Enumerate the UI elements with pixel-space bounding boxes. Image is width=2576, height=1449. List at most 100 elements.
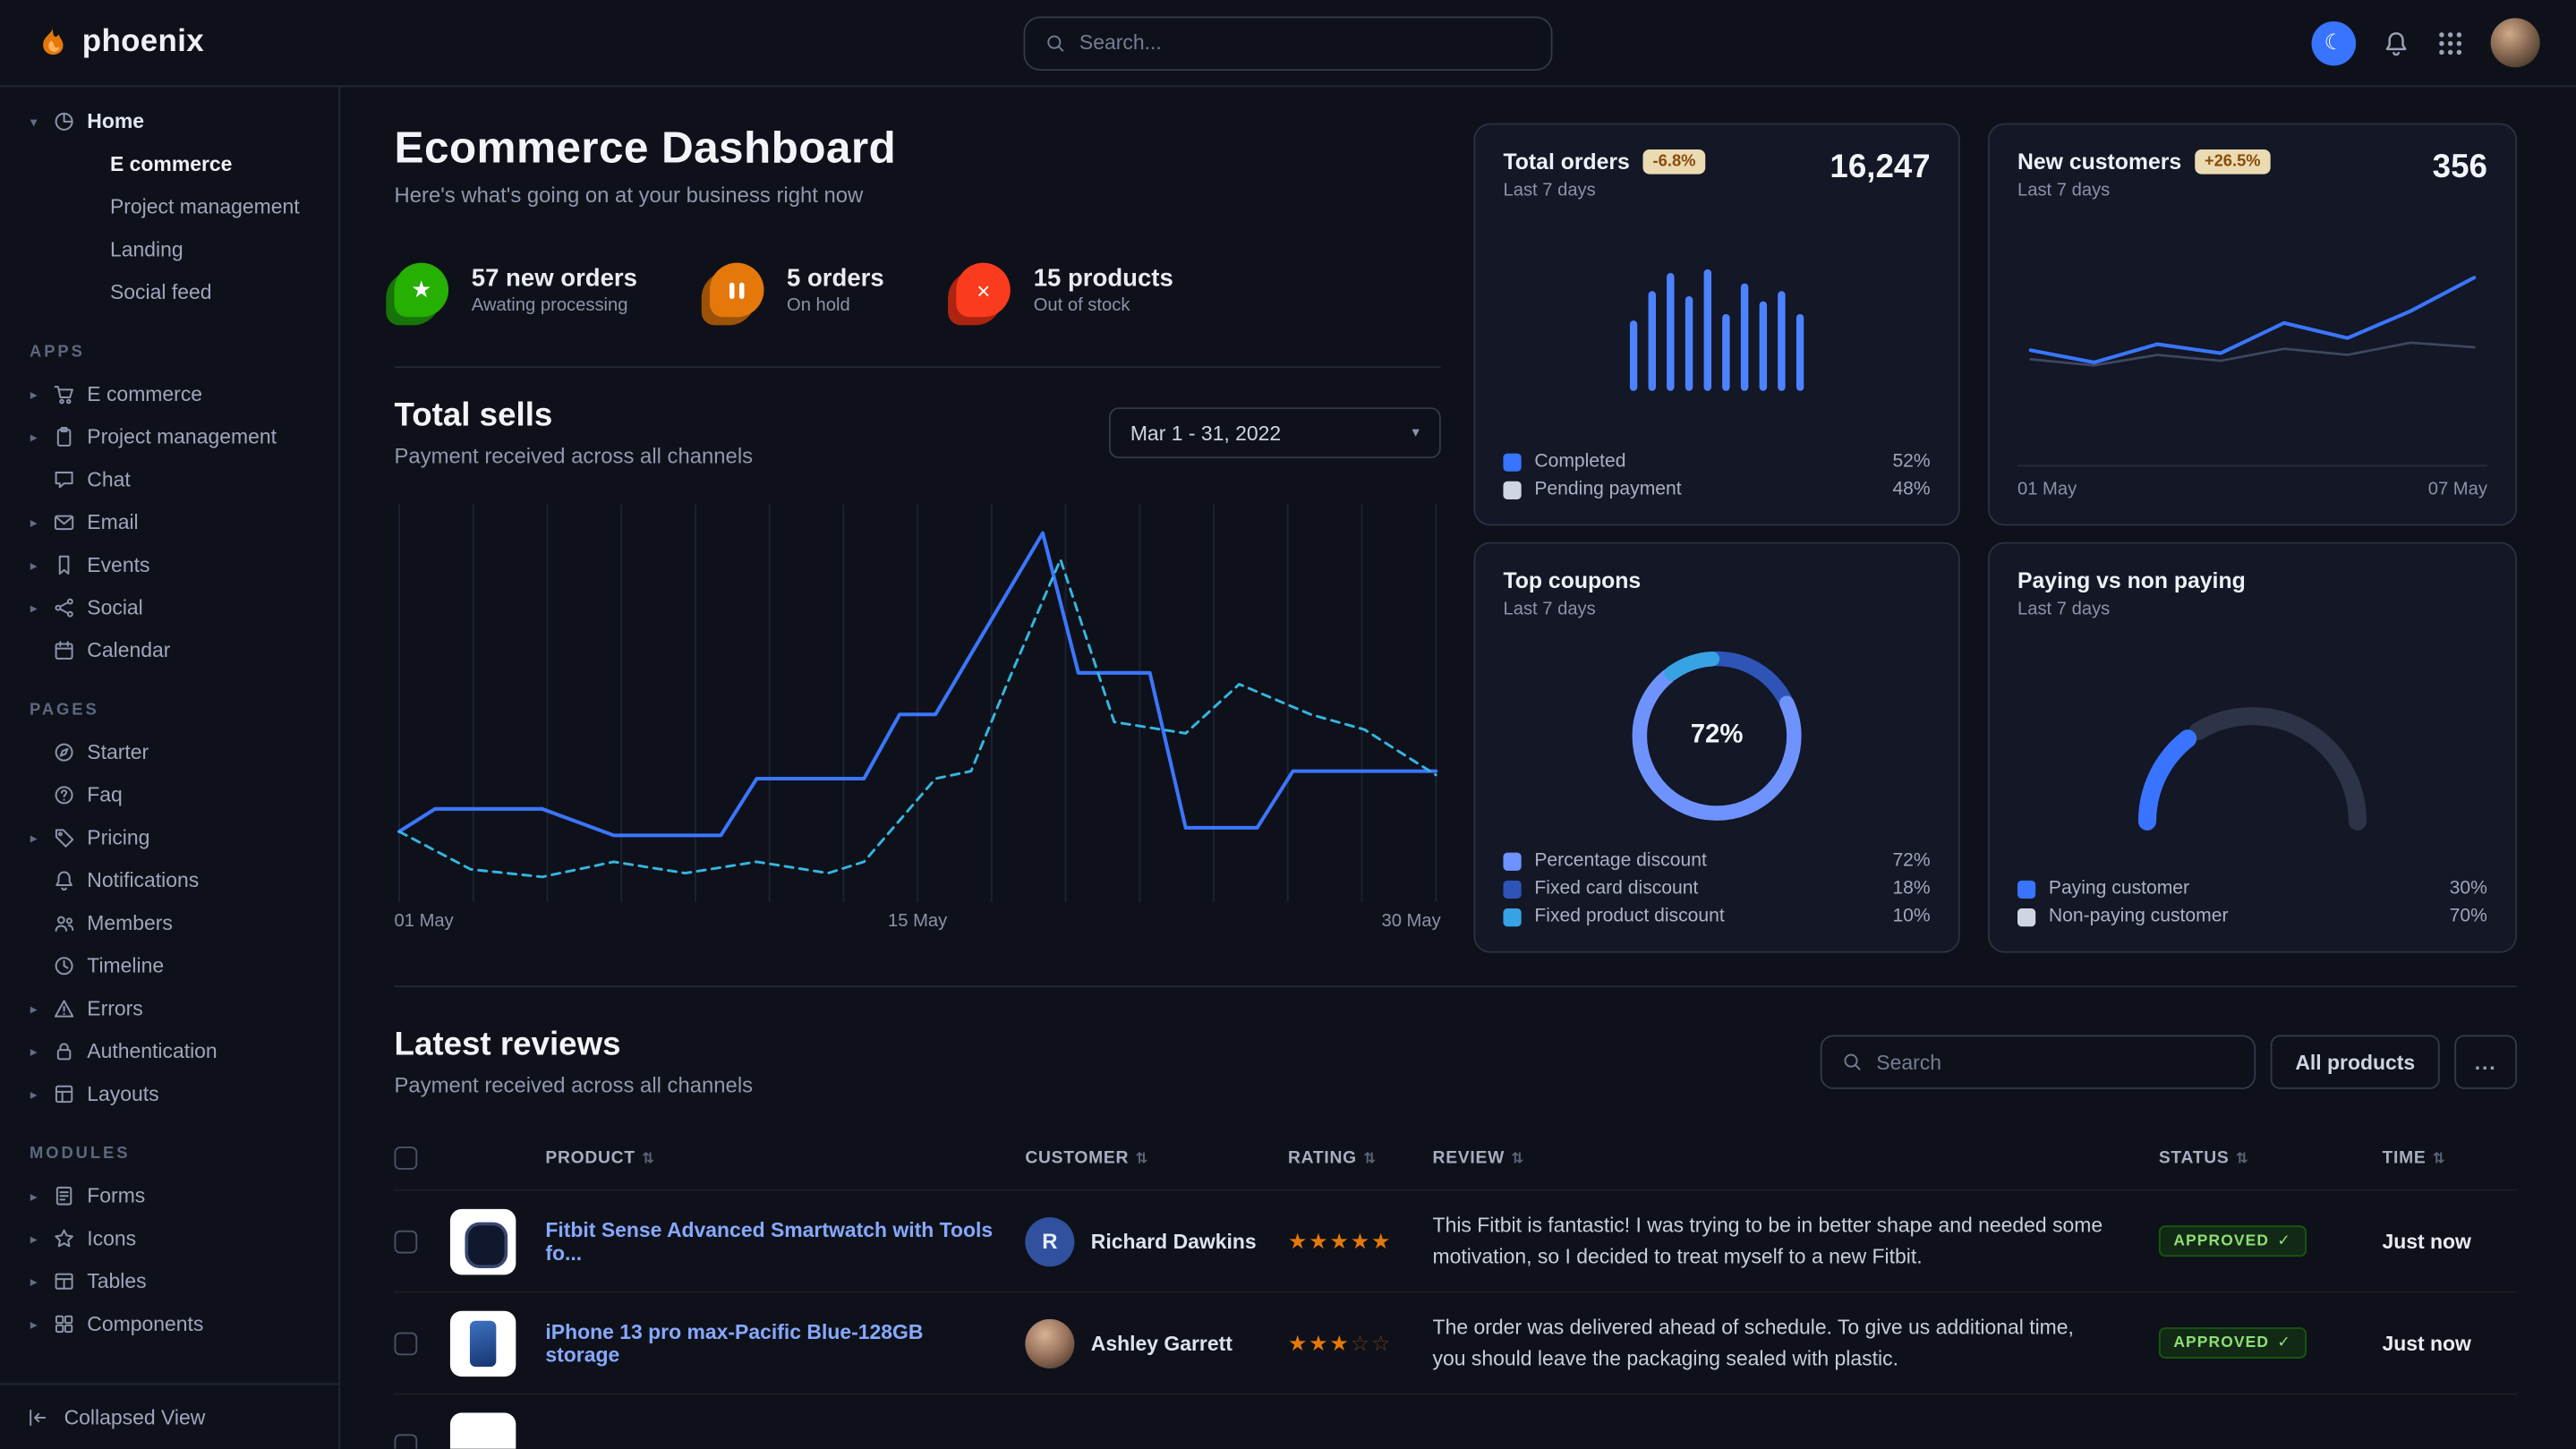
sidebar-item-faq[interactable]: Faq <box>16 774 321 817</box>
sidebar-item-home[interactable]: ▾Home <box>16 100 321 143</box>
caret-right-icon: ▸ <box>26 829 41 847</box>
sidebar-item-tables[interactable]: ▸Tables <box>16 1260 321 1303</box>
top-coupons-legend: Percentage discount72%Fixed card discoun… <box>1503 851 1930 926</box>
sidebar-subitem-landing[interactable]: Landing <box>16 228 321 271</box>
bar <box>1685 295 1693 390</box>
legend-label: Paying customer <box>2049 879 2189 899</box>
paying-vs-non-paying-card: Paying vs non paying Last 7 days Paying … <box>1988 542 2517 953</box>
product-cell: Fitbit Sense Advanced Smartwatch with To… <box>545 1218 1025 1264</box>
stat-5-orders: 5 ordersOn hold <box>710 263 884 318</box>
search-icon <box>1045 32 1066 54</box>
row-checkbox[interactable] <box>395 1433 418 1448</box>
all-products-button[interactable]: All products <box>2271 1035 2440 1089</box>
product-thumbnail <box>450 1412 516 1449</box>
sidebar-item-label: Calendar <box>87 639 170 662</box>
latest-reviews-subtitle: Payment received across all channels <box>395 1073 754 1098</box>
column-header-label: CUSTOMER <box>1025 1148 1129 1168</box>
star-icon: ★ <box>1288 1228 1307 1254</box>
sidebar: ▾HomeE commerceProject managementLanding… <box>0 87 340 1449</box>
search-input[interactable] <box>1079 31 1531 55</box>
column-header-rating[interactable]: RATING⇅ <box>1288 1148 1433 1168</box>
sidebar-item-calendar[interactable]: Calendar <box>16 629 321 672</box>
card-header: Paying vs non paying Last 7 days <box>2017 568 2487 619</box>
date-range-select[interactable]: Mar 1 - 31, 2022 ▾ <box>1109 407 1441 458</box>
sidebar-item-authentication[interactable]: ▸Authentication <box>16 1030 321 1073</box>
sidebar-item-layouts[interactable]: ▸Layouts <box>16 1073 321 1116</box>
total-sells-chart <box>395 494 1441 905</box>
sidebar-item-forms[interactable]: ▸Forms <box>16 1174 321 1217</box>
row-checkbox[interactable] <box>395 1230 418 1253</box>
product-thumbnail <box>450 1208 516 1274</box>
sidebar-subitem-project-management[interactable]: Project management <box>16 185 321 228</box>
clock-icon <box>53 954 76 977</box>
sidebar-item-e-commerce[interactable]: ▸E commerce <box>16 373 321 416</box>
more-options-button[interactable]: ... <box>2454 1035 2517 1089</box>
top-coupons-donut-chart: 72% <box>1620 638 1814 832</box>
brand[interactable]: phoenix <box>30 22 204 64</box>
column-header-status[interactable]: STATUS⇅ <box>2159 1148 2383 1168</box>
select-all-checkbox[interactable] <box>395 1146 418 1170</box>
sidebar-subitem-e-commerce[interactable]: E commerce <box>16 143 321 186</box>
sidebar-item-components[interactable]: ▸ Components <box>16 1303 321 1346</box>
search-icon-slot <box>1045 32 1066 54</box>
sidebar-item-project-management[interactable]: ▸Project management <box>16 415 321 458</box>
sidebar-item-members[interactable]: Members <box>16 902 321 945</box>
form-icon <box>53 1184 76 1207</box>
column-header-customer[interactable]: CUSTOMER⇅ <box>1025 1148 1288 1168</box>
product-thumb-cell <box>450 1208 545 1274</box>
user-avatar[interactable] <box>2491 18 2540 67</box>
column-header-label: PRODUCT <box>545 1148 635 1168</box>
sidebar-item-starter[interactable]: Starter <box>16 731 321 774</box>
sidebar-item-social[interactable]: ▸Social <box>16 586 321 629</box>
page-subtitle: Here's what's going on at your business … <box>395 183 1441 208</box>
sidebar-item-pricing[interactable]: ▸Pricing <box>16 816 321 859</box>
column-header-label: STATUS <box>2159 1148 2230 1168</box>
layout-icon <box>53 1083 76 1106</box>
sidebar-item-email[interactable]: ▸Email <box>16 501 321 544</box>
sidebar-item-label: Icons <box>87 1227 136 1250</box>
sidebar-item-label: Components <box>87 1313 203 1336</box>
apps-grid-button[interactable] <box>2436 29 2464 56</box>
top-coupons-chart-area: 72% <box>1503 619 1930 851</box>
sidebar-item-events[interactable]: ▸Events <box>16 544 321 587</box>
delta-badge: +26.5% <box>2195 149 2271 175</box>
sidebar-subitem-social-feed[interactable]: Social feed <box>16 271 321 314</box>
table-icon <box>53 1270 76 1293</box>
column-header-time[interactable]: TIME⇅ <box>2382 1148 2517 1168</box>
caret-right-icon: ▸ <box>26 1273 41 1291</box>
collapsed-view-toggle[interactable]: Collapsed View <box>0 1383 338 1448</box>
sidebar-item-errors[interactable]: ▸Errors <box>16 987 321 1030</box>
row-checkbox[interactable] <box>395 1332 418 1355</box>
x-axis-label: 01 May <box>2017 480 2077 499</box>
flag-icon <box>53 554 76 577</box>
gauge-chart-area <box>2017 619 2487 879</box>
notifications-bell-button[interactable] <box>2382 29 2410 56</box>
sidebar-item-notifications[interactable]: Notifications <box>16 859 321 902</box>
bar <box>1796 313 1804 390</box>
stats-row: ★57 new ordersAwating processing5 orders… <box>395 263 1441 318</box>
review-text: The order was delivered ahead of schedul… <box>1433 1312 2159 1374</box>
x-axis-label: 07 May <box>2428 480 2487 499</box>
sidebar-item-icons[interactable]: ▸Icons <box>16 1217 321 1260</box>
card-header: Total orders -6.8% Last 7 days 16,247 <box>1503 149 1930 200</box>
reviews-table: PRODUCT⇅CUSTOMER⇅RATING⇅REVIEW⇅STATUS⇅TI… <box>395 1127 2517 1449</box>
card-header-left: Top coupons Last 7 days <box>1503 568 1641 619</box>
pie-icon <box>53 110 76 133</box>
tag-icon <box>53 826 76 849</box>
product-link[interactable]: Fitbit Sense Advanced Smartwatch with To… <box>545 1218 1025 1264</box>
column-header-review[interactable]: REVIEW⇅ <box>1433 1148 2159 1168</box>
product-link[interactable]: iPhone 13 pro max-Pacific Blue-128GB sto… <box>545 1320 1025 1366</box>
dashboard-top-section: Ecommerce Dashboard Here's what's going … <box>395 124 2517 953</box>
theme-toggle-button[interactable]: ☾ <box>2312 21 2357 65</box>
navbar-search[interactable] <box>1024 15 1553 70</box>
sidebar-item-timeline[interactable]: Timeline <box>16 944 321 987</box>
sidebar-item-chat[interactable]: Chat <box>16 458 321 501</box>
column-header-product[interactable]: PRODUCT⇅ <box>545 1148 1025 1168</box>
caret-right-icon: ▸ <box>26 1315 41 1333</box>
caret-right-icon: ▸ <box>26 556 41 574</box>
reviews-search-input[interactable] <box>1876 1051 2234 1074</box>
legend-item: Paying customer30% <box>2017 879 2487 899</box>
paying-gauge-svg <box>2108 673 2397 838</box>
chat-icon <box>53 468 76 491</box>
reviews-search[interactable] <box>1821 1035 2256 1089</box>
